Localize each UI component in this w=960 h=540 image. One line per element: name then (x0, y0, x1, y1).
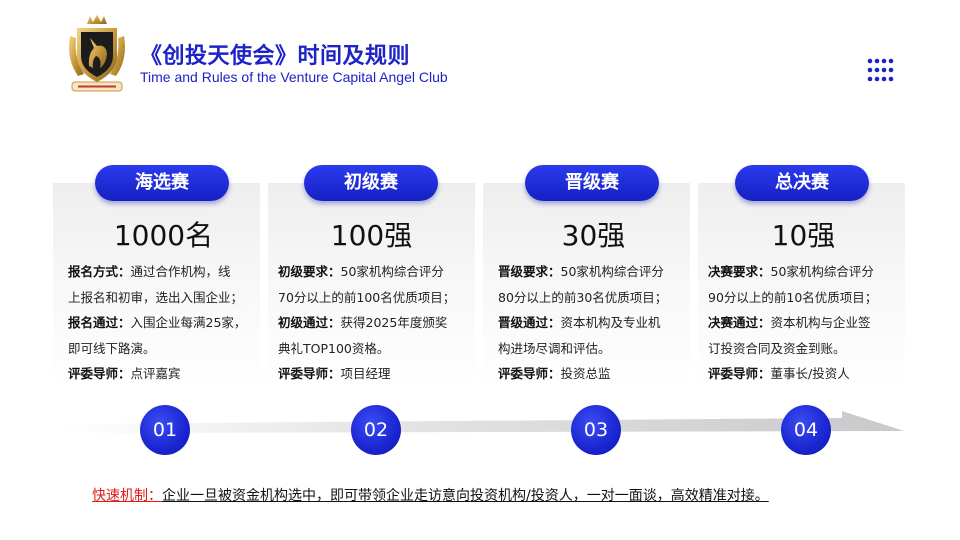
desc-text: 获得2025年度颁奖 (340, 315, 448, 330)
desc-label: 评委导师： (498, 366, 561, 381)
desc-text: 项目经理 (340, 366, 391, 381)
stage-description: 晋级要求：50家机构综合评分 80分以上的前30名优质项目； 晋级通过：资本机构… (498, 259, 698, 387)
step-number-circle: 02 (351, 405, 401, 455)
stage-count: 30强 (561, 219, 626, 252)
desc-text: 即可线下路演。 (68, 340, 156, 356)
desc-label: 评委导师： (278, 366, 341, 381)
desc-text: 投资总监 (560, 366, 611, 381)
desc-label: 报名方式： (68, 264, 131, 279)
desc-text: 上报名和初审，选出入围企业； (68, 289, 244, 305)
desc-text: 70分以上的前100名优质项目； (278, 289, 456, 305)
stage-name-badge: 海选赛 (95, 165, 229, 201)
footer-note: 快速机制：企业一旦被资金机构选中，即可带领企业走访意向投资机构/投资人，一对一面… (92, 485, 769, 505)
desc-text: 通过合作机构，线 (130, 264, 231, 279)
step-number-circle: 01 (140, 405, 190, 455)
stage-name-badge: 初级赛 (304, 165, 438, 201)
stage-count: 1000名 (113, 219, 214, 252)
desc-text: 50家机构综合评分 (340, 264, 444, 279)
page-subtitle: Time and Rules of the Venture Capital An… (140, 69, 448, 85)
desc-label: 初级通过： (278, 315, 341, 330)
desc-label: 初级要求： (278, 264, 341, 279)
desc-text: 入围企业每满25家， (130, 315, 247, 330)
dots-grid-icon[interactable] (866, 57, 894, 83)
desc-text: 50家机构综合评分 (560, 264, 664, 279)
desc-label: 晋级要求： (498, 264, 561, 279)
stage-description: 决赛要求：50家机构综合评分 90分以上的前10名优质项目； 决赛通过：资本机构… (708, 259, 908, 387)
desc-text: 典礼TOP100资格。 (278, 340, 390, 356)
stage-name-badge: 总决赛 (735, 165, 869, 201)
desc-label: 报名通过： (68, 315, 131, 330)
step-number-circle: 03 (571, 405, 621, 455)
stage-description: 报名方式：通过合作机构，线 上报名和初审，选出入围企业； 报名通过：入围企业每满… (68, 259, 268, 387)
desc-text: 董事长/投资人 (770, 366, 850, 381)
desc-text: 点评嘉宾 (130, 366, 181, 381)
desc-text: 订投资合同及资金到账。 (708, 340, 846, 356)
desc-label: 决赛要求： (708, 264, 771, 279)
desc-label: 决赛通过： (708, 315, 771, 330)
desc-text: 80分以上的前30名优质项目； (498, 289, 668, 305)
unicorn-crest-logo-icon (69, 15, 125, 92)
stage-count: 100强 (330, 219, 413, 252)
page-title: 《创投天使会》时间及规则 (140, 44, 411, 69)
desc-text: 资本机构及专业机 (560, 315, 661, 330)
desc-text: 50家机构综合评分 (770, 264, 874, 279)
desc-text: 90分以上的前10名优质项目； (708, 289, 878, 305)
desc-text: 资本机构与企业签 (770, 315, 871, 330)
desc-label: 评委导师： (68, 366, 131, 381)
stage-description: 初级要求：50家机构综合评分 70分以上的前100名优质项目； 初级通过：获得2… (278, 259, 478, 387)
desc-text: 构进场尽调和评估。 (498, 340, 611, 356)
footer-text: 企业一旦被资金机构选中，即可带领企业走访意向投资机构/投资人，一对一面谈，高效精… (162, 488, 769, 504)
step-number-circle: 04 (781, 405, 831, 455)
desc-label: 晋级通过： (498, 315, 561, 330)
stage-name-badge: 晋级赛 (525, 165, 659, 201)
desc-label: 评委导师： (708, 366, 771, 381)
stage-count: 10强 (771, 219, 836, 252)
footer-label: 快速机制： (92, 488, 162, 504)
